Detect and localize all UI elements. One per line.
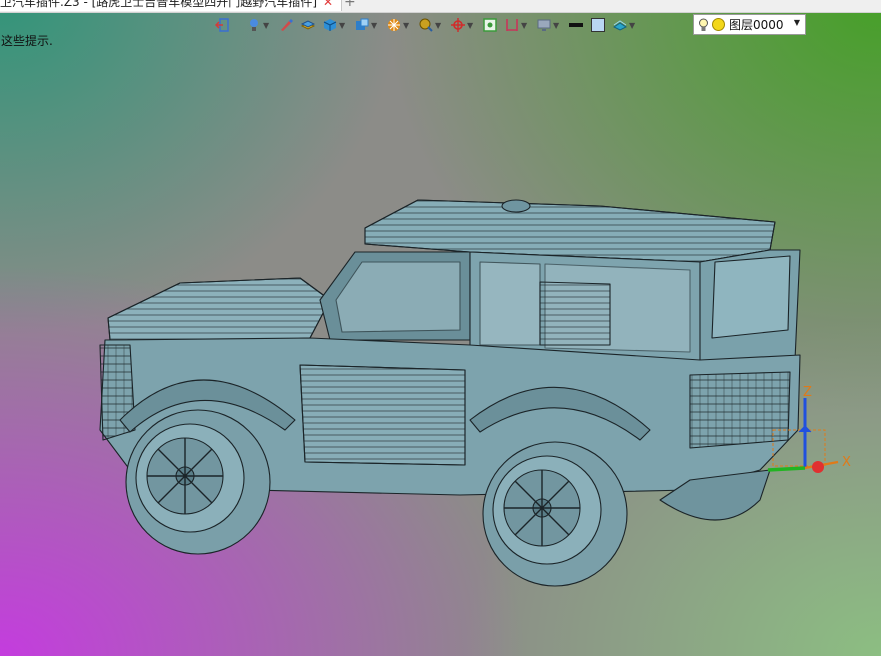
vehicle-model[interactable]: X Y Z <box>0 0 881 656</box>
front-wheel <box>125 409 271 555</box>
axis-x-label: X <box>842 455 851 470</box>
roof-hatch <box>501 199 531 213</box>
axis-z-label: Z <box>803 385 812 400</box>
rear-wheel <box>482 441 628 587</box>
